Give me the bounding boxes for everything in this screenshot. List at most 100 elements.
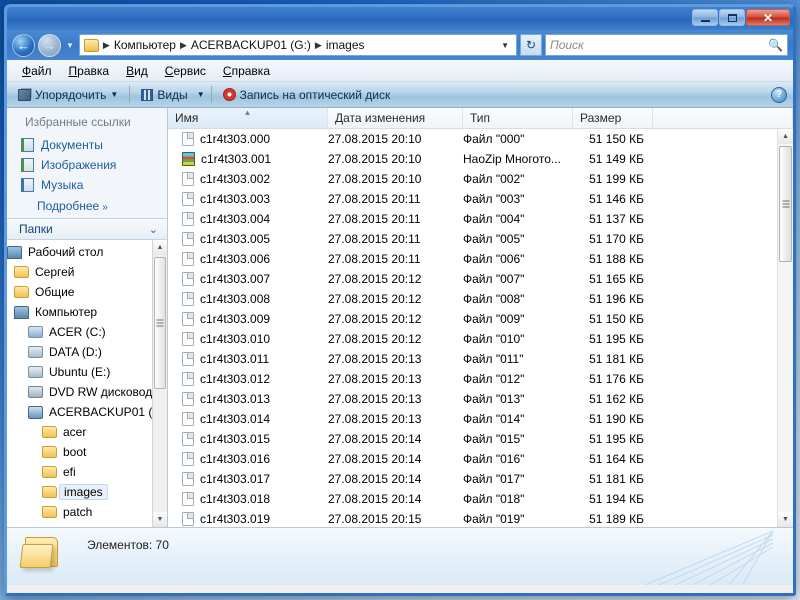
generic-file-icon <box>182 192 194 206</box>
file-name-cell: c1r4t303.017 <box>168 472 328 486</box>
table-row[interactable]: c1r4t303.010 27.08.2015 20:12 Файл "010" 51… <box>168 329 793 349</box>
file-size: 51 195 КБ <box>589 432 644 446</box>
views-button[interactable]: Виды <box>136 86 192 104</box>
column-header-size[interactable]: Размер <box>573 108 653 128</box>
tree-item-компьютер[interactable]: Компьютер <box>7 302 167 322</box>
table-row[interactable]: c1r4t303.018 27.08.2015 20:14 Файл "018" 51… <box>168 489 793 509</box>
table-row[interactable]: c1r4t303.006 27.08.2015 20:11 Файл "006" 51… <box>168 249 793 269</box>
sidebar-item-label: Музыка <box>41 178 84 192</box>
file-date: 27.08.2015 20:14 <box>328 432 422 446</box>
table-row[interactable]: c1r4t303.000 27.08.2015 20:10 Файл "000" 51… <box>168 129 793 149</box>
sidebar-more-link[interactable]: Подробнее» <box>7 195 167 218</box>
title-bar[interactable]: ✕ <box>7 7 793 30</box>
table-row[interactable]: c1r4t303.011 27.08.2015 20:13 Файл "011" 51… <box>168 349 793 369</box>
scroll-down-icon[interactable]: ▼ <box>153 512 167 527</box>
tree-item-acer[interactable]: acer <box>7 422 167 442</box>
file-type: Файл "011" <box>463 352 524 366</box>
scroll-down-icon[interactable]: ▼ <box>778 512 793 527</box>
tree-item-data-d-[interactable]: DATA (D:) <box>7 342 167 362</box>
search-input[interactable]: Поиск 🔍 <box>545 34 788 56</box>
table-row[interactable]: c1r4t303.002 27.08.2015 20:10 Файл "002" 51… <box>168 169 793 189</box>
chevron-right-icon: » <box>102 202 108 213</box>
menu-item-help[interactable]: Справка <box>215 62 278 80</box>
generic-file-icon <box>182 452 194 466</box>
file-size: 51 188 КБ <box>589 252 644 266</box>
table-row[interactable]: c1r4t303.016 27.08.2015 20:14 Файл "016" 51… <box>168 449 793 469</box>
file-type: Файл "009" <box>463 312 525 326</box>
sidebar-item-music[interactable]: Музыка <box>7 175 167 195</box>
tree-item-рабочий-стол[interactable]: Рабочий стол <box>7 242 167 262</box>
table-row[interactable]: c1r4t303.015 27.08.2015 20:14 Файл "015" 51… <box>168 429 793 449</box>
file-name-cell: c1r4t303.007 <box>168 272 328 286</box>
tree-item-acerbackup01-g[interactable]: ACERBACKUP01 (G <box>7 402 167 422</box>
folders-splitter[interactable]: Папки ⌄ <box>7 218 167 240</box>
sidebar-item-pictures[interactable]: Изображения <box>7 155 167 175</box>
refresh-icon[interactable]: ↻ <box>520 34 542 56</box>
file-type: Файл "003" <box>463 192 525 206</box>
table-row[interactable]: c1r4t303.019 27.08.2015 20:15 Файл "019" 51… <box>168 509 793 527</box>
maximize-button[interactable] <box>719 9 745 26</box>
menu-item-edit[interactable]: Правка <box>61 62 118 80</box>
generic-file-icon <box>182 512 194 526</box>
forward-button[interactable]: → <box>38 33 61 57</box>
tree-item-label: DVD RW дисковод <box>49 385 153 399</box>
table-row[interactable]: c1r4t303.009 27.08.2015 20:12 Файл "009" 51… <box>168 309 793 329</box>
tree-item-acer-c-[interactable]: ACER (C:) <box>7 322 167 342</box>
close-button[interactable]: ✕ <box>746 9 790 26</box>
views-chevron-down-icon[interactable]: ▼ <box>197 90 205 99</box>
folder-icon <box>42 506 57 518</box>
table-row[interactable]: c1r4t303.007 27.08.2015 20:12 Файл "007" 51… <box>168 269 793 289</box>
table-row[interactable]: c1r4t303.008 27.08.2015 20:12 Файл "008" 51… <box>168 289 793 309</box>
table-row[interactable]: c1r4t303.005 27.08.2015 20:11 Файл "005" 51… <box>168 229 793 249</box>
table-row[interactable]: c1r4t303.012 27.08.2015 20:13 Файл "012" 51… <box>168 369 793 389</box>
tree-item-ubuntu-e-[interactable]: Ubuntu (E:) <box>7 362 167 382</box>
table-row[interactable]: c1r4t303.017 27.08.2015 20:14 Файл "017" 51… <box>168 469 793 489</box>
organize-button[interactable]: Упорядочить ▼ <box>13 86 123 104</box>
tree-item-общие[interactable]: Общие <box>7 282 167 302</box>
minimize-button[interactable] <box>692 9 718 26</box>
tree-item-images[interactable]: images <box>7 482 167 502</box>
table-row[interactable]: c1r4t303.013 27.08.2015 20:13 Файл "013" 51… <box>168 389 793 409</box>
scroll-up-icon[interactable]: ▲ <box>778 129 793 144</box>
help-icon[interactable]: ? <box>771 86 787 103</box>
column-header-date[interactable]: Дата изменения <box>328 108 463 128</box>
file-type: Файл "016" <box>463 452 525 466</box>
menu-item-tools[interactable]: Сервис <box>157 62 214 80</box>
scroll-up-icon[interactable]: ▲ <box>153 240 167 255</box>
table-row[interactable]: c1r4t303.001 27.08.2015 20:10 HaoZip Много… <box>168 149 793 169</box>
tree-item-сергей[interactable]: Сергей <box>7 262 167 282</box>
file-size: 51 170 КБ <box>589 232 644 246</box>
file-size: 51 176 КБ <box>589 372 644 386</box>
breadcrumb-item-computer[interactable]: Компьютер <box>111 36 179 54</box>
tree-item-boot[interactable]: boot <box>7 442 167 462</box>
burn-to-disc-button[interactable]: Запись на оптический диск <box>218 86 396 104</box>
back-button[interactable]: ← <box>12 33 35 57</box>
file-name: c1r4t303.017 <box>200 472 271 486</box>
chevron-down-icon[interactable]: ▼ <box>496 41 514 50</box>
tree-scrollbar-thumb[interactable] <box>154 257 166 389</box>
file-rows: c1r4t303.000 27.08.2015 20:10 Файл "000" 51… <box>168 129 793 527</box>
user-folder-icon <box>14 266 29 278</box>
column-header-name[interactable]: ▲ Имя <box>168 108 328 128</box>
menu-item-file[interactable]: Файл <box>14 62 60 80</box>
column-header-type[interactable]: Тип <box>463 108 573 128</box>
breadcrumb[interactable]: ▶ Компьютер ▶ ACERBACKUP01 (G:) ▶ images… <box>78 34 517 56</box>
sidebar-item-documents[interactable]: Документы <box>7 135 167 155</box>
file-list-scrollbar[interactable]: ▲ ▼ <box>777 129 793 527</box>
file-list-scrollbar-thumb[interactable] <box>779 146 792 262</box>
breadcrumb-item-images[interactable]: images <box>323 36 368 54</box>
table-row[interactable]: c1r4t303.003 27.08.2015 20:11 Файл "003" 51… <box>168 189 793 209</box>
burn-label: Запись на оптический диск <box>239 87 391 102</box>
table-row[interactable]: c1r4t303.014 27.08.2015 20:13 Файл "014" 51… <box>168 409 793 429</box>
folder-icon <box>14 286 29 298</box>
status-bar: Элементов: 70 <box>7 527 793 585</box>
tree-item-dvd-rw-дисковод[interactable]: DVD RW дисковод <box>7 382 167 402</box>
table-row[interactable]: c1r4t303.004 27.08.2015 20:11 Файл "004" 51… <box>168 209 793 229</box>
tree-item-patch[interactable]: patch <box>7 502 167 522</box>
breadcrumb-item-drive[interactable]: ACERBACKUP01 (G:) <box>188 36 314 54</box>
tree-scrollbar[interactable]: ▲ ▼ <box>152 240 167 527</box>
tree-item-efi[interactable]: efi <box>7 462 167 482</box>
menu-item-view[interactable]: Вид <box>118 62 156 80</box>
history-dropdown-icon[interactable]: ▼ <box>64 41 76 50</box>
file-name: c1r4t303.005 <box>200 232 271 246</box>
